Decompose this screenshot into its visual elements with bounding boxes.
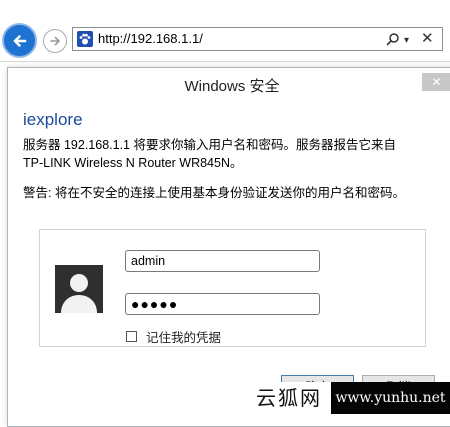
toolbar-divider — [0, 61, 450, 62]
password-field[interactable]: ●●●●● — [125, 293, 320, 315]
tplink-paw-icon — [77, 31, 93, 47]
dialog-close-button[interactable]: ✕ — [422, 73, 450, 91]
remember-label[interactable]: 记住我的凭据 — [146, 327, 221, 346]
site-watermark: 云狐网 www.yunhu.net — [247, 382, 450, 414]
search-button[interactable] — [386, 30, 400, 50]
browser-toolbar: http://192.168.1.1/ ▾ ✕ — [0, 0, 450, 62]
security-warning: 警告: 将在不安全的连接上使用基本身份验证发送你的用户名和密码。 — [23, 186, 405, 200]
watermark-url: www.yunhu.net — [331, 382, 450, 414]
forward-button[interactable] — [43, 29, 67, 53]
dialog-title: Windows 安全 — [184, 78, 280, 95]
search-icon — [386, 33, 399, 46]
requesting-app-name: iexplore — [23, 110, 83, 129]
back-button[interactable] — [2, 23, 37, 58]
url-text[interactable]: http://192.168.1.1/ — [98, 31, 203, 46]
close-icon: ✕ — [431, 75, 442, 89]
forward-arrow-icon — [50, 36, 60, 46]
address-dropdown-button[interactable]: ▾ — [404, 32, 409, 50]
remember-credentials[interactable]: 记住我的凭据 — [126, 327, 221, 346]
dialog-message: 服务器 192.168.1.1 将要求你输入用户名和密码。服务器报告它来自 TP… — [23, 136, 443, 172]
dialog-titlebar[interactable]: Windows 安全 ✕ — [8, 68, 450, 100]
remember-checkbox[interactable] — [126, 331, 137, 342]
username-field[interactable]: admin — [125, 250, 320, 272]
address-bar[interactable]: http://192.168.1.1/ ▾ ✕ — [72, 27, 443, 51]
credential-panel: admin ●●●●● 记住我的凭据 — [39, 229, 426, 347]
dialog-message-line: 服务器 192.168.1.1 将要求你输入用户名和密码。服务器报告它来自 — [23, 138, 396, 152]
watermark-brand: 云狐网 — [247, 382, 331, 414]
user-avatar-icon — [55, 265, 103, 313]
dialog-message-line: TP-LINK Wireless N Router WR845N。 — [23, 156, 243, 170]
stop-button[interactable]: ✕ — [421, 30, 434, 48]
windows-security-dialog: Windows 安全 ✕ iexplore 服务器 192.168.1.1 将要… — [7, 67, 450, 427]
back-arrow-icon — [13, 34, 26, 47]
